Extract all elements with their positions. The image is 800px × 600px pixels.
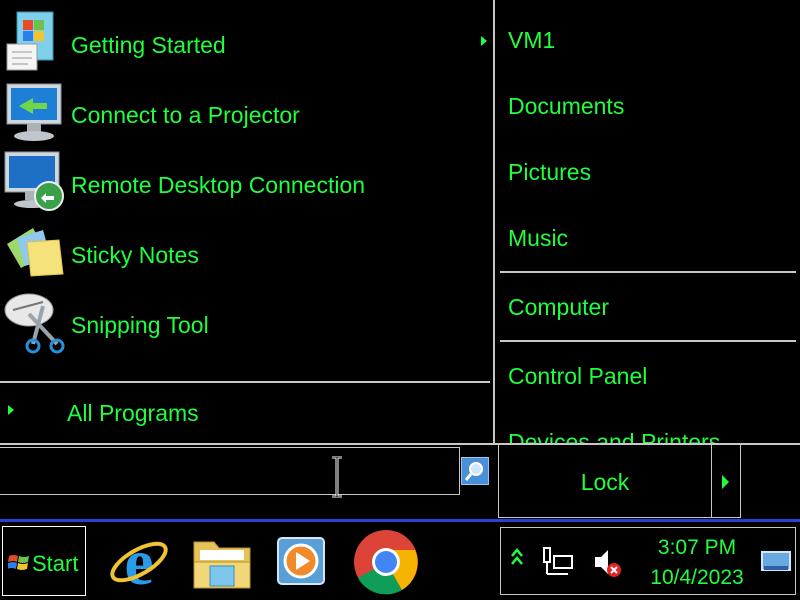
program-remote-desktop[interactable]: Remote Desktop Connection (0, 146, 490, 216)
place-control-panel[interactable]: Control Panel (508, 363, 647, 390)
program-label: Getting Started (71, 32, 226, 58)
place-devices-printers[interactable]: Devices and Printers (508, 429, 720, 443)
all-programs-label: All Programs (67, 400, 199, 426)
remote-desktop-icon (4, 151, 64, 211)
clock-date[interactable]: 10/4/2023 (642, 566, 752, 590)
program-label: Remote Desktop Connection (71, 172, 366, 198)
snipping-tool-icon (4, 293, 65, 354)
program-label: Snipping Tool (71, 312, 209, 338)
program-label: Sticky Notes (71, 242, 199, 268)
sticky-notes-icon (7, 228, 64, 277)
windows-logo-icon (8, 555, 29, 570)
all-programs-item[interactable]: All Programs (0, 384, 490, 438)
lock-label: Lock (580, 469, 630, 495)
show-hidden-icons-icon[interactable] (510, 546, 524, 570)
shutdown-options-button[interactable] (711, 444, 741, 518)
text-cursor-icon (332, 456, 342, 498)
clock-time[interactable]: 3:07 PM (642, 536, 752, 560)
lock-button[interactable]: Lock (498, 444, 712, 518)
start-button[interactable]: Start (2, 526, 86, 596)
file-explorer-icon[interactable] (188, 528, 256, 596)
taskbar: Start e 3:07 PM 10/4/2023 (0, 519, 800, 600)
submenu-arrow-icon (481, 36, 487, 46)
places-pane: VM1 Documents Pictures Music Computer Co… (496, 0, 800, 443)
place-user-folder[interactable]: VM1 (508, 27, 555, 54)
network-icon[interactable] (540, 544, 576, 580)
place-pictures[interactable]: Pictures (508, 159, 591, 186)
start-menu: Getting Started Connect to a Projector R… (0, 0, 800, 519)
shutdown-arrow-icon (722, 475, 729, 489)
pane-divider (493, 0, 495, 443)
search-input[interactable] (0, 448, 459, 494)
program-getting-started[interactable]: Getting Started (0, 6, 490, 76)
place-documents[interactable]: Documents (508, 93, 624, 120)
chrome-icon[interactable] (352, 528, 420, 596)
search-button[interactable] (461, 457, 489, 485)
getting-started-icon (6, 11, 54, 71)
search-box (0, 447, 460, 495)
program-label: Connect to a Projector (71, 102, 300, 128)
program-snipping-tool[interactable]: Snipping Tool (0, 286, 490, 356)
place-music[interactable]: Music (508, 225, 568, 252)
start-label: Start (32, 551, 79, 576)
volume-muted-icon[interactable] (592, 546, 624, 578)
program-connect-projector[interactable]: Connect to a Projector (0, 76, 490, 146)
search-icon (464, 462, 483, 481)
svg-text:e: e (124, 528, 153, 596)
show-desktop-icon[interactable] (760, 550, 792, 576)
projector-icon (6, 83, 62, 141)
divider (500, 271, 796, 273)
programs-pane: Getting Started Connect to a Projector R… (0, 0, 490, 440)
place-computer[interactable]: Computer (508, 294, 609, 321)
media-player-icon[interactable] (268, 528, 336, 596)
divider (0, 381, 490, 383)
all-programs-arrow-icon (8, 405, 14, 415)
program-sticky-notes[interactable]: Sticky Notes (0, 216, 490, 286)
divider (500, 340, 796, 342)
internet-explorer-icon[interactable]: e (105, 528, 173, 596)
